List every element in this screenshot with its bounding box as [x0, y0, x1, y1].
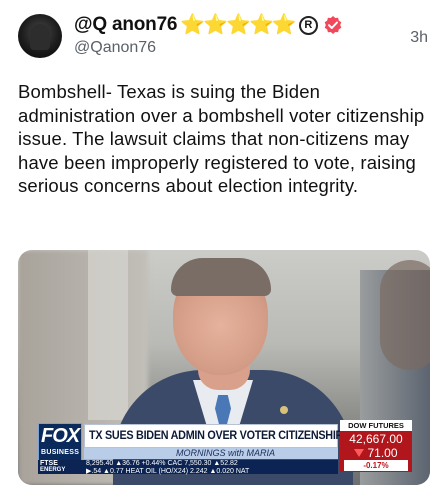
lapel-pin [280, 406, 288, 414]
display-name[interactable]: @Q anon76 [74, 14, 178, 36]
post-body: Bombshell- Texas is suing the Biden admi… [18, 81, 425, 197]
headline-bar: TX SUES BIDEN ADMIN OVER VOTER CITIZENSH… [84, 424, 343, 448]
ticker-values: ▶.54 ▲0.77 HEAT OIL (HO/X24) 2.242 ▲0.02… [86, 468, 250, 475]
name-row: @Q anon76 ⭐⭐⭐⭐⭐ R [74, 13, 343, 37]
logo-text: FOX [41, 425, 80, 447]
avatar[interactable] [18, 14, 62, 58]
post[interactable]: @Q anon76 ⭐⭐⭐⭐⭐ R @Qanon76 3h Bombshell-… [0, 0, 448, 500]
ticker-values: 8,295.40 ▲36.76 +0.44% CAC 7,550.30 ▲52.… [86, 460, 238, 467]
market-ticker: FTSE ENERGY 8,295.40 ▲36.76 +0.44% CAC 7… [38, 460, 338, 475]
dow-value: 42,667.00 [349, 432, 403, 446]
avatar-figure [30, 24, 50, 50]
chyron-headline: TX SUES BIDEN ADMIN OVER VOTER CITIZENSH… [89, 428, 343, 442]
down-arrow-icon [354, 449, 365, 457]
show-name: MORNINGS with MARIA [176, 448, 276, 458]
network-logo: FOX BUSINESS [38, 423, 82, 463]
ticker-label: ENERGY [40, 467, 66, 473]
logo-subtext: BUSINESS [41, 449, 80, 456]
verified-badge-icon [324, 16, 342, 34]
news-chyron: FOX BUSINESS TX SUES BIDEN ADMIN OVER VO… [18, 418, 430, 476]
user-handle[interactable]: @Qanon76 [74, 39, 156, 57]
background-column [88, 250, 128, 420]
dow-label: DOW FUTURES [340, 420, 412, 431]
show-bar: MORNINGS with MARIA [84, 448, 338, 459]
dow-change: 71.00 [340, 446, 412, 460]
post-timestamp: 3h [410, 29, 428, 46]
ticker-label: FTSE [40, 460, 58, 467]
man-hair [171, 258, 271, 296]
dow-change-value: 71.00 [367, 446, 398, 460]
star-emojis: ⭐⭐⭐⭐⭐ [180, 14, 297, 36]
registered-mark-icon: R [298, 15, 318, 35]
dow-futures-box: DOW FUTURES 42,667.00 71.00 -0.17% [340, 420, 412, 472]
dow-percent: -0.17% [344, 460, 408, 471]
background-person [380, 260, 430, 370]
